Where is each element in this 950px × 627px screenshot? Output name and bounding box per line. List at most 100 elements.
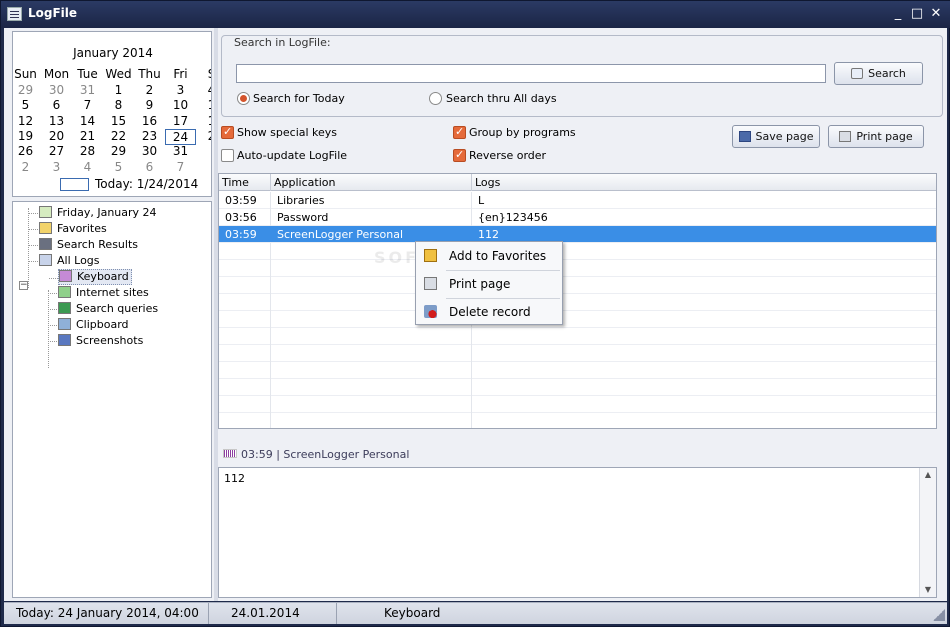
- radio-search-all[interactable]: [429, 92, 442, 105]
- show-special-keys-checkbox[interactable]: [221, 125, 234, 139]
- tree-item-search-results[interactable]: Search Results: [29, 237, 138, 253]
- calendar-day[interactable]: 29: [13, 83, 41, 97]
- floppy-icon: [738, 131, 751, 142]
- scroll-up-icon[interactable]: ▲: [923, 470, 933, 479]
- tree-item-screenshots[interactable]: Screenshots: [48, 333, 143, 349]
- status-date: 24.01.2014: [209, 603, 337, 624]
- binoculars-icon: [39, 238, 52, 250]
- calendar-day[interactable]: 8: [103, 98, 134, 112]
- calendar-day[interactable]: 27: [41, 144, 72, 158]
- calendar-day[interactable]: 20: [41, 129, 72, 143]
- close-button[interactable]: ✕: [928, 6, 944, 21]
- menu-delete-record[interactable]: Delete record: [417, 299, 561, 325]
- calendar-day[interactable]: 4: [72, 160, 103, 174]
- menu-add-to-favorites[interactable]: Add to Favorites: [417, 243, 561, 269]
- menu-add-to-favorites-label: Add to Favorites: [449, 249, 547, 263]
- calendar-day[interactable]: 7: [72, 98, 103, 112]
- column-time[interactable]: Time: [219, 174, 271, 191]
- calendar-day[interactable]: 28: [72, 144, 103, 158]
- save-page-button[interactable]: Save page: [732, 125, 820, 148]
- screenshot-icon: [58, 334, 71, 346]
- group-by-programs-checkbox[interactable]: [453, 125, 466, 139]
- log-tree[interactable]: Friday, January 24 Favorites Search Result…: [12, 201, 212, 598]
- calendar-day[interactable]: 14: [72, 114, 103, 128]
- scroll-down-icon[interactable]: ▼: [923, 585, 933, 594]
- empty-row: [219, 311, 936, 328]
- log-icon: [39, 254, 52, 266]
- tree-item-favorites[interactable]: Favorites: [29, 221, 107, 237]
- tree-item-search-queries[interactable]: Search queries: [48, 301, 158, 317]
- calendar-day[interactable]: 30: [41, 83, 72, 97]
- context-menu: Add to Favorites Print page Delete recor…: [415, 241, 563, 325]
- maximize-button[interactable]: □: [909, 6, 925, 21]
- radio-search-today[interactable]: [237, 92, 250, 105]
- calendar-day[interactable]: 6: [41, 98, 72, 112]
- tree-item-clipboard[interactable]: Clipboard: [48, 317, 129, 333]
- calendar-day[interactable]: 5: [13, 98, 41, 112]
- calendar-weekday: Thu: [138, 67, 161, 81]
- column-logs[interactable]: Logs: [472, 174, 936, 191]
- calendar-day[interactable]: 1: [196, 98, 211, 112]
- calendar-day[interactable]: 19: [13, 129, 41, 143]
- log-grid[interactable]: Time Application Logs 03:59 Libraries L 03:…: [218, 173, 937, 429]
- reverse-order-checkbox[interactable]: [453, 148, 466, 162]
- all-logs-expander[interactable]: −: [19, 281, 28, 290]
- calendar-day[interactable]: 2: [134, 83, 165, 97]
- calendar-day[interactable]: 1: [196, 114, 211, 128]
- table-cell: Libraries: [271, 192, 472, 209]
- calendar-day[interactable]: 1: [103, 83, 134, 97]
- app-icon: [7, 7, 22, 21]
- print-page-button[interactable]: Print page: [828, 125, 924, 148]
- calendar-day[interactable]: 6: [134, 160, 165, 174]
- calendar-day[interactable]: 13: [41, 114, 72, 128]
- table-row[interactable]: 03:59 ScreenLogger Personal 112: [219, 226, 936, 243]
- calendar-day[interactable]: 23: [134, 129, 165, 143]
- calendar-weekday: S: [196, 67, 211, 81]
- calendar-day[interactable]: 17: [165, 114, 196, 128]
- tree-item-keyboard[interactable]: Keyboard: [49, 269, 132, 285]
- calendar-day[interactable]: 3: [41, 160, 72, 174]
- column-application[interactable]: Application: [271, 174, 472, 191]
- resize-grip-icon[interactable]: [933, 609, 945, 621]
- calendar-day[interactable]: 16: [134, 114, 165, 128]
- calendar-day[interactable]: 24: [165, 128, 196, 145]
- calendar-day[interactable]: 29: [103, 144, 134, 158]
- calendar-day[interactable]: 12: [13, 114, 41, 128]
- menu-print-page[interactable]: Print page: [417, 271, 561, 297]
- table-row[interactable]: 03:59 Libraries L: [219, 192, 936, 209]
- detail-text-box[interactable]: 112 ▲ ▼: [218, 467, 937, 598]
- calendar-day[interactable]: 9: [134, 98, 165, 112]
- auto-update-checkbox[interactable]: [221, 149, 234, 162]
- keyboard-icon: [59, 270, 72, 282]
- calendar-day[interactable]: 7: [165, 160, 196, 174]
- calendar-day[interactable]: 21: [72, 129, 103, 143]
- today-link[interactable]: Today: 1/24/2014: [95, 177, 198, 191]
- empty-row: [219, 413, 936, 428]
- calendar-day[interactable]: 31: [165, 144, 196, 158]
- calendar-weekday: Sun: [14, 67, 37, 81]
- tree-item-internet-sites[interactable]: Internet sites: [48, 285, 149, 301]
- table-row[interactable]: 03:56 Password {en}123456: [219, 209, 936, 226]
- tree-item-friday-january-24[interactable]: Friday, January 24: [29, 205, 157, 221]
- calendar-day[interactable]: 30: [134, 144, 165, 158]
- calendar-day[interactable]: 2: [13, 160, 41, 174]
- calendar-day[interactable]: 3: [165, 83, 196, 97]
- calendar-icon: [39, 206, 52, 218]
- title-bar[interactable]: LogFile _ □ ✕: [1, 1, 950, 28]
- calendar-day[interactable]: 5: [103, 160, 134, 174]
- search-input[interactable]: [236, 64, 826, 83]
- calendar-day[interactable]: 31: [72, 83, 103, 97]
- search-button[interactable]: Search: [834, 62, 923, 85]
- tree-item-all-logs[interactable]: All Logs: [29, 253, 100, 269]
- calendar-weekday: Tue: [77, 67, 98, 81]
- minimize-button[interactable]: _: [890, 6, 906, 21]
- calendar[interactable]: January 2014 SunMonTueWedThuFriS 2930311…: [12, 31, 212, 197]
- calendar-day[interactable]: 26: [13, 144, 41, 158]
- calendar-weekday: Fri: [173, 67, 188, 81]
- calendar-day[interactable]: 22: [103, 129, 134, 143]
- calendar-day[interactable]: 4: [196, 83, 211, 97]
- detail-scrollbar[interactable]: ▲ ▼: [919, 468, 936, 597]
- calendar-day[interactable]: 10: [165, 98, 196, 112]
- calendar-day[interactable]: 15: [103, 114, 134, 128]
- calendar-day[interactable]: 2: [196, 129, 211, 143]
